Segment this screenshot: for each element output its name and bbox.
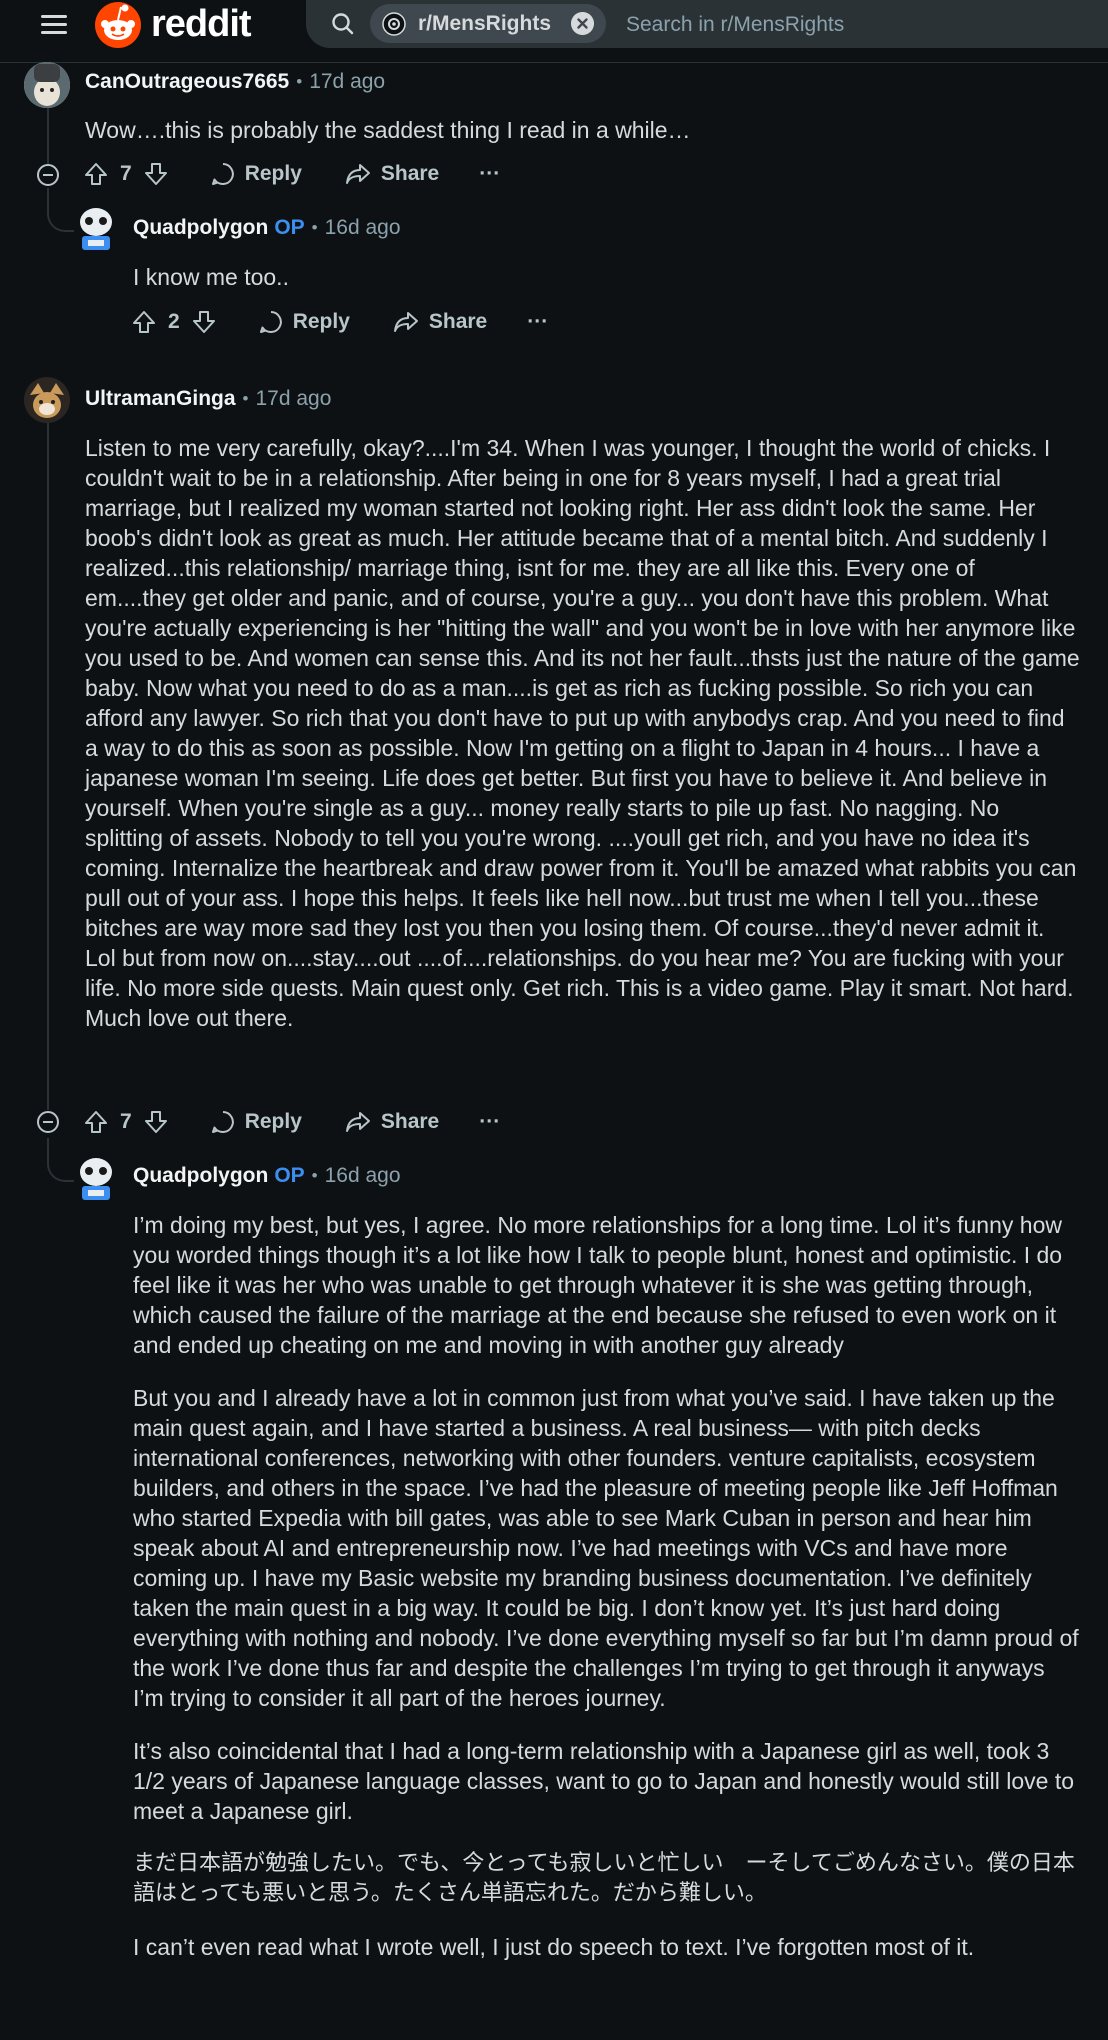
vote-count: 7 — [120, 1110, 132, 1133]
reply-bubble-icon — [211, 163, 234, 185]
comment-timestamp[interactable]: 17d ago — [255, 387, 331, 411]
top-bar: reddit r/MensRights — [0, 0, 1108, 63]
reply-bubble-icon — [211, 1111, 234, 1133]
vote-count: 7 — [120, 162, 132, 185]
reply-label: Reply — [244, 1110, 302, 1133]
more-options-icon[interactable]: ··· — [479, 162, 500, 186]
share-button[interactable]: Share — [344, 1109, 439, 1135]
reddit-home-link[interactable]: reddit — [93, 0, 252, 48]
comment-timestamp[interactable]: 16d ago — [325, 1164, 401, 1188]
thread-line — [47, 420, 49, 1110]
clear-filter-close-icon[interactable] — [571, 12, 594, 35]
comment-meta: UltramanGinga • 17d ago — [85, 385, 331, 413]
downvote-icon[interactable] — [190, 308, 218, 336]
search-icon — [332, 13, 354, 35]
reply-button[interactable]: Reply — [210, 1109, 302, 1135]
comment-paragraph: I know me too.. — [133, 264, 289, 290]
avatar-robot-icon — [74, 204, 118, 252]
comment-paragraph: まだ日本語が勉強したい。でも、今とっても寂しいと忙しい ーそしてごめんなさい。僕… — [133, 1851, 1075, 1906]
comment-body: I’m doing my best, but yes, I agree. No … — [133, 1210, 1081, 1985]
subreddit-filter-chip[interactable]: r/MensRights — [370, 4, 606, 43]
share-label: Share — [380, 1110, 440, 1133]
comment-paragraph: I’m doing my best, but yes, I agree. No … — [133, 1212, 1063, 1358]
more-options-icon[interactable]: ··· — [527, 310, 548, 334]
share-button[interactable]: Share — [344, 161, 439, 187]
user-avatar[interactable] — [74, 1154, 118, 1202]
meta-separator: • — [296, 72, 303, 91]
comment-meta: Quadpolygon OP • 16d ago — [133, 214, 401, 242]
share-arrow-icon — [345, 164, 370, 184]
collapse-thread-button[interactable] — [37, 164, 59, 186]
upvote-icon[interactable] — [82, 1108, 110, 1136]
comment-actions: 2 Reply Share ··· — [130, 306, 548, 338]
comment-paragraph: It’s also coincidental that I had a long… — [133, 1738, 1075, 1824]
reddit-snoo-logo-icon — [95, 2, 141, 48]
share-button[interactable]: Share — [392, 309, 487, 335]
more-options-icon[interactable]: ··· — [479, 1110, 500, 1134]
reply-button[interactable]: Reply — [258, 309, 350, 335]
op-badge: OP — [274, 216, 305, 239]
share-label: Share — [380, 162, 440, 185]
subreddit-chip-label: r/MensRights — [418, 11, 552, 35]
search-bar[interactable]: r/MensRights — [306, 0, 1108, 48]
comment-paragraph: Wow….this is probably the saddest thing … — [85, 117, 691, 143]
downvote-icon[interactable] — [142, 1108, 170, 1136]
downvote-icon[interactable] — [142, 160, 170, 188]
reply-label: Reply — [244, 162, 302, 185]
avatar-robot-icon — [74, 1154, 118, 1202]
comment-actions: 7 Reply Share ··· — [82, 1106, 500, 1138]
user-avatar[interactable] — [74, 204, 118, 252]
comment-timestamp[interactable]: 17d ago — [309, 70, 385, 94]
comment-paragraph: But you and I already have a lot in comm… — [133, 1385, 1079, 1711]
reply-bubble-icon — [259, 311, 282, 333]
share-label: Share — [428, 310, 488, 333]
upvote-icon[interactable] — [82, 160, 110, 188]
thread-connector — [47, 1138, 77, 1182]
avatar-snoo-icon — [24, 62, 70, 108]
comment-author[interactable]: Quadpolygon — [133, 216, 268, 240]
comment-body: Listen to me very carefully, okay?....I'… — [85, 433, 1080, 1056]
comment-meta: CanOutrageous7665 • 17d ago — [85, 68, 385, 96]
vote-count: 2 — [168, 310, 180, 333]
comment-actions: 7 Reply Share ··· — [82, 158, 500, 190]
comment-meta: Quadpolygon OP • 16d ago — [133, 1162, 401, 1190]
hamburger-menu-icon[interactable] — [38, 9, 70, 41]
reply-button[interactable]: Reply — [210, 161, 302, 187]
search-input[interactable] — [624, 4, 1088, 45]
comment-timestamp[interactable]: 16d ago — [325, 216, 401, 240]
comment-paragraph: I can’t even read what I wrote well, I j… — [133, 1934, 975, 1960]
thread-line — [47, 104, 49, 164]
reply-label: Reply — [292, 310, 350, 333]
meta-separator: • — [311, 218, 318, 237]
upvote-icon[interactable] — [130, 308, 158, 336]
user-avatar[interactable] — [24, 377, 70, 423]
subreddit-avatar-icon — [382, 11, 406, 36]
reddit-wordmark: reddit — [151, 2, 252, 45]
avatar-snoo-icon — [24, 377, 70, 423]
comment-author[interactable]: CanOutrageous7665 — [85, 70, 289, 94]
share-arrow-icon — [393, 312, 418, 332]
share-arrow-icon — [345, 1112, 370, 1132]
comment-author[interactable]: Quadpolygon — [133, 1164, 268, 1188]
user-avatar[interactable] — [24, 62, 70, 108]
meta-separator: • — [242, 389, 249, 408]
meta-separator: • — [311, 1166, 318, 1185]
collapse-thread-button[interactable] — [37, 1111, 59, 1133]
comment-author[interactable]: UltramanGinga — [85, 387, 236, 411]
op-badge: OP — [274, 1164, 305, 1187]
comment-paragraph: Listen to me very carefully, okay?....I'… — [85, 435, 1080, 1031]
thread-connector — [47, 188, 77, 232]
